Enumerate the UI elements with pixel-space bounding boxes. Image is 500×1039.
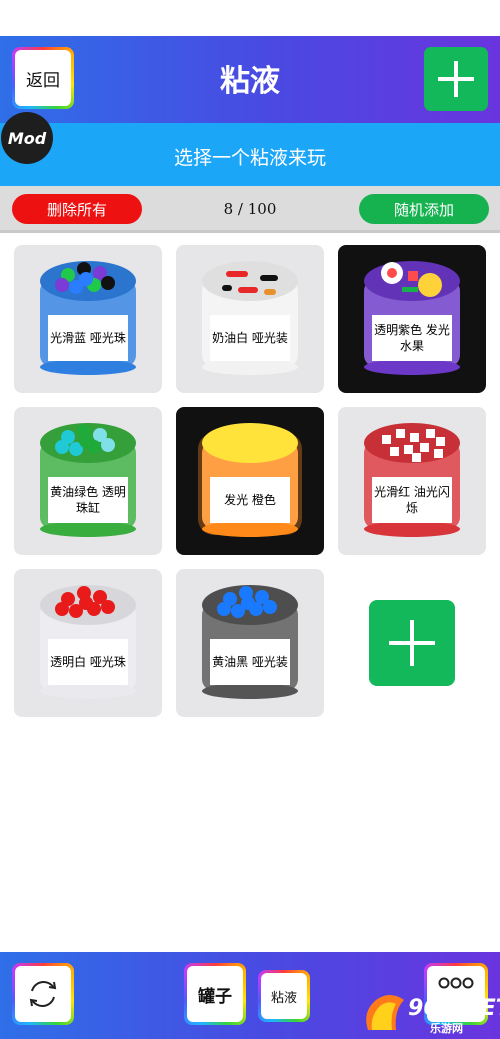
back-button[interactable]: 返回 <box>12 47 74 109</box>
random-add-button[interactable]: 随机添加 <box>359 194 489 224</box>
slime-count: 8 / 100 <box>223 200 277 218</box>
slime-label: 黄油黑 哑光装 <box>210 639 290 685</box>
jars-tab-button[interactable]: 罐子 <box>184 963 246 1025</box>
slime-card[interactable]: 黄油黑 哑光装 <box>176 569 324 717</box>
delete-all-button[interactable]: 删除所有 <box>12 194 142 224</box>
slime-label: 透明紫色 发光水果 <box>372 315 452 361</box>
jars-label: 罐子 <box>187 966 243 1022</box>
add-slime-button[interactable] <box>424 47 488 111</box>
watermark-sub: 乐游网 <box>430 1022 463 1035</box>
add-slime-card-button[interactable] <box>369 600 455 686</box>
slime-tab-button[interactable]: 粘液 <box>258 970 310 1022</box>
slime-label: 发光 橙色 <box>210 477 290 523</box>
slime-card[interactable]: 光滑蓝 哑光珠 <box>14 245 162 393</box>
top-bar: 返回 粘液 <box>0 36 500 123</box>
slime-card[interactable]: 透明紫色 发光水果 <box>338 245 486 393</box>
refresh-icon <box>29 981 57 1007</box>
slime-label: 黄油绿色 透明珠缸 <box>48 477 128 523</box>
slime-card[interactable]: 奶油白 哑光装 <box>176 245 324 393</box>
slime-label: 光滑蓝 哑光珠 <box>48 315 128 361</box>
slime-label: 粘液 <box>261 973 307 1019</box>
watermark-brand: 962.NET <box>408 996 500 1021</box>
slime-grid: 光滑蓝 哑光珠 奶油白 哑光装 透明紫色 发光水果黄油绿色 透明珠缸 发光 橙色 光滑红… <box>14 245 486 725</box>
status-strip <box>0 0 500 36</box>
refresh-button[interactable] <box>12 963 74 1025</box>
slime-label: 透明白 哑光珠 <box>48 639 128 685</box>
slime-card[interactable]: 光滑红 油光闪烁 <box>338 407 486 555</box>
plus-icon <box>438 61 474 97</box>
page-title: 粘液 <box>220 64 280 99</box>
slime-card[interactable]: 发光 橙色 <box>176 407 324 555</box>
plus-icon <box>389 620 435 666</box>
instruction-banner: 选择一个粘液来玩 <box>0 123 500 186</box>
mod-badge[interactable]: Mod <box>1 112 53 164</box>
slime-label: 奶油白 哑光装 <box>210 315 290 361</box>
slime-label: 光滑红 油光闪烁 <box>372 477 452 523</box>
instruction-text: 选择一个粘液来玩 <box>173 147 326 169</box>
action-bar: 删除所有 8 / 100 随机添加 <box>0 186 500 233</box>
back-label: 返回 <box>15 50 71 106</box>
more-icon <box>438 977 474 989</box>
slime-card[interactable]: 黄油绿色 透明珠缸 <box>14 407 162 555</box>
slime-card[interactable]: 透明白 哑光珠 <box>14 569 162 717</box>
